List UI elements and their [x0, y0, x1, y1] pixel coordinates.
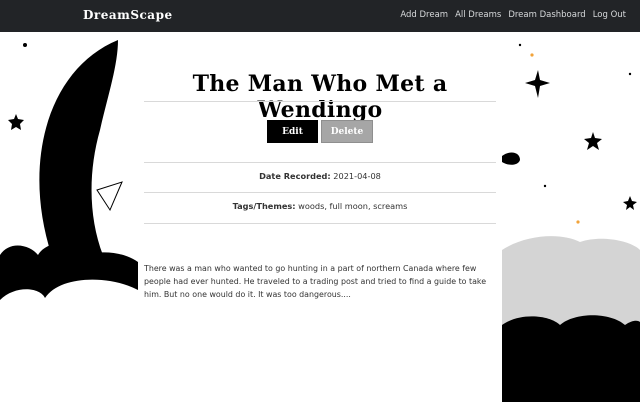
tags-value: woods, full moon, screams: [298, 201, 408, 211]
divider: [144, 101, 496, 102]
dream-detail-card: The Man Who Met a Wendingo Edit Delete D…: [138, 32, 502, 402]
divider: [144, 223, 496, 224]
divider: [144, 162, 496, 163]
divider: [144, 192, 496, 193]
star-icon: [8, 114, 24, 130]
brand-logo[interactable]: DreamScape: [83, 8, 173, 22]
nav-dream-dashboard[interactable]: Dream Dashboard: [508, 10, 585, 20]
nav-all-dreams[interactable]: All Dreams: [455, 10, 501, 20]
nav-links: Add Dream All Dreams Dream Dashboard Log…: [400, 10, 626, 20]
delete-button[interactable]: Delete: [321, 120, 373, 143]
edit-button[interactable]: Edit: [267, 120, 318, 143]
tags-themes: Tags/Themes: woods, full moon, screams: [138, 201, 502, 211]
tags-label: Tags/Themes:: [232, 201, 296, 211]
cloud-illustration-left-white: [0, 279, 138, 402]
date-label: Date Recorded:: [259, 171, 331, 181]
star-icon: [623, 196, 637, 210]
star-icon: [525, 70, 550, 98]
moon-closed-eye: [96, 181, 123, 212]
star-icon: [584, 132, 602, 150]
cloud-illustration-right-black: [502, 315, 640, 402]
date-value: 2021-04-08: [333, 171, 381, 181]
dream-title: The Man Who Met a Wendingo: [192, 70, 448, 123]
top-navbar: DreamScape Add Dream All Dreams Dream Da…: [0, 0, 640, 32]
nav-add-dream[interactable]: Add Dream: [400, 10, 448, 20]
nav-log-out[interactable]: Log Out: [593, 10, 626, 20]
date-recorded: Date Recorded: 2021-04-08: [138, 171, 502, 181]
dream-description: There was a man who wanted to go hunting…: [144, 263, 487, 299]
